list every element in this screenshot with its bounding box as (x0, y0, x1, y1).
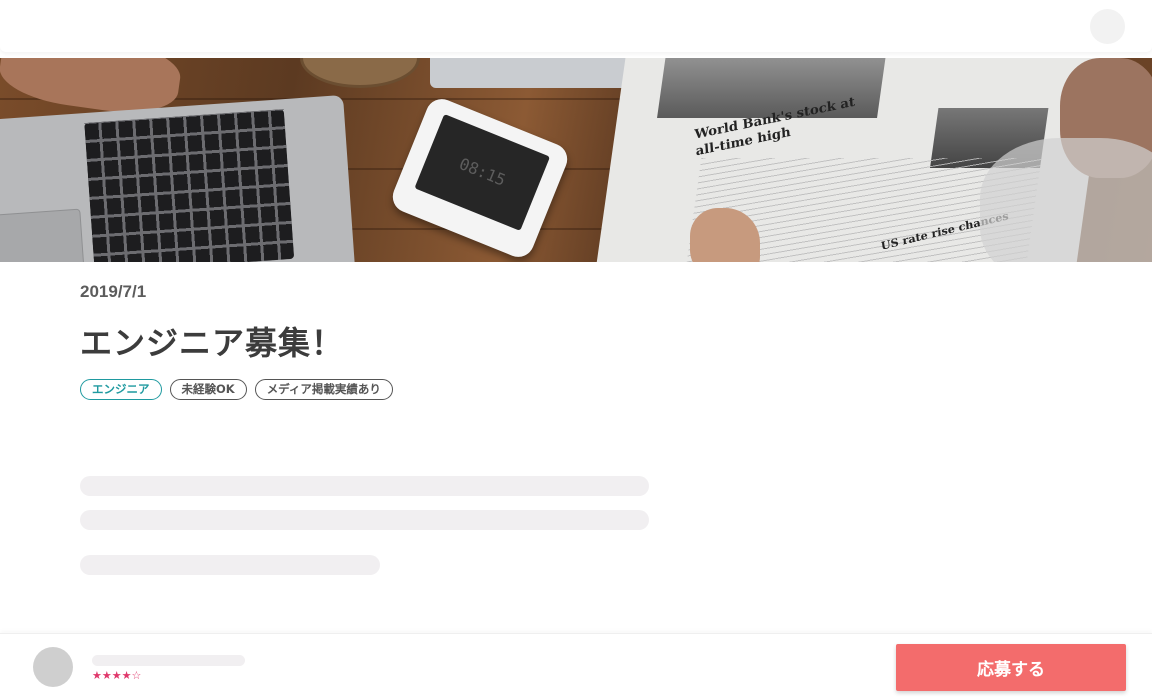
tag-list: エンジニア 未経験OK メディア掲載実績あり (80, 379, 393, 400)
loading-skeleton-line (80, 510, 649, 530)
hero-phone: 08:15 (387, 94, 573, 262)
tag-no-experience[interactable]: 未経験OK (169, 379, 247, 400)
rating-stars: ★★★★☆ (92, 669, 142, 682)
avatar-icon[interactable] (1090, 9, 1125, 44)
hero-blur (980, 138, 1152, 262)
loading-skeleton-line (80, 476, 649, 496)
hero-keyboard (84, 109, 295, 262)
hero-phone-screen: 08:15 (414, 113, 551, 231)
company-avatar[interactable] (33, 647, 73, 687)
loading-skeleton-line (80, 555, 380, 575)
post-date: 2019/7/1 (80, 282, 147, 301)
hero-laptop (0, 94, 357, 262)
bottom-action-bar: ★★★★☆ 応募する (0, 633, 1152, 700)
page: 08:15 World Bank's stock at all-time hig… (0, 0, 1152, 700)
tag-media-coverage[interactable]: メディア掲載実績あり (254, 379, 393, 400)
tag-engineer[interactable]: エンジニア (80, 379, 162, 400)
top-header (0, 0, 1152, 52)
company-name-skeleton (92, 655, 245, 666)
hero-trackpad (0, 208, 85, 262)
hero-image: 08:15 World Bank's stock at all-time hig… (0, 58, 1152, 262)
hero-tablet (430, 58, 630, 88)
apply-button[interactable]: 応募する (896, 644, 1126, 691)
hero-coaster (300, 58, 420, 88)
page-title: エンジニア募集！ (80, 324, 345, 362)
